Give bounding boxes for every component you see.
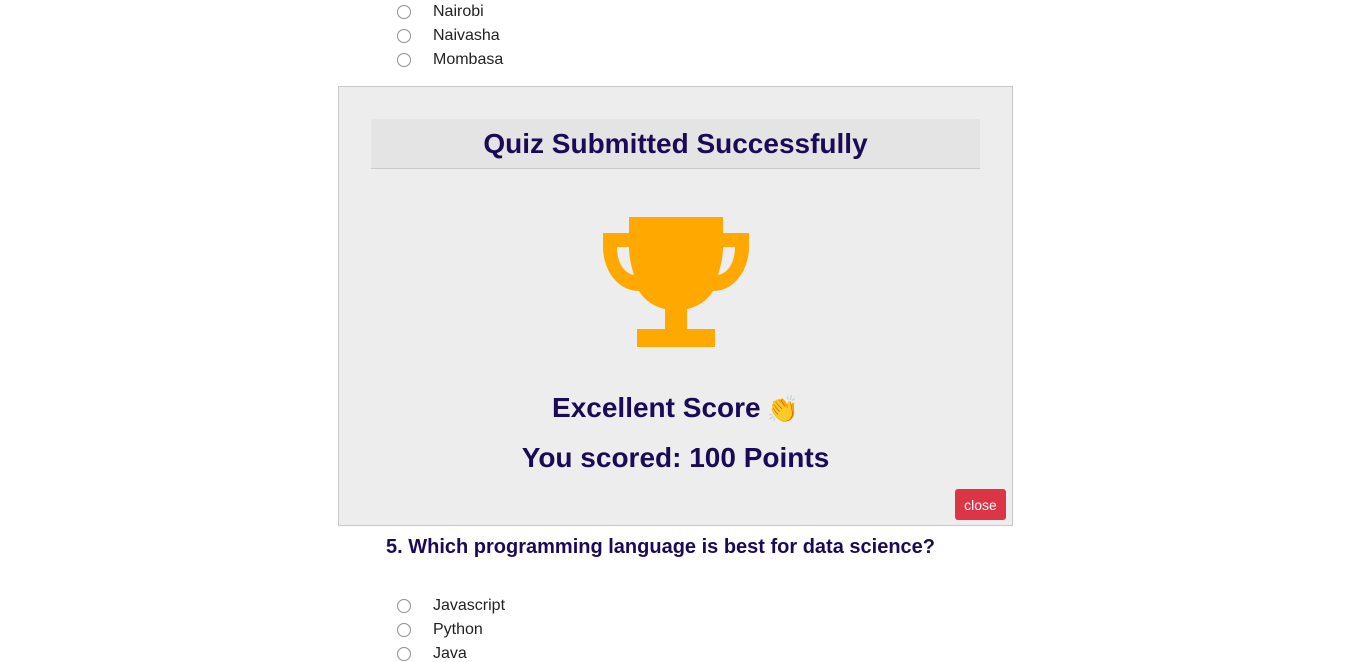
radio-button[interactable] (397, 5, 411, 19)
option-javascript[interactable]: Javascript (397, 596, 505, 616)
score-message: Excellent Score 👏 (339, 392, 1012, 425)
option-python[interactable]: Python (397, 620, 483, 640)
radio-button[interactable] (397, 623, 411, 637)
option-java[interactable]: Java (397, 644, 467, 662)
score-message-text: Excellent Score (552, 392, 761, 423)
radio-button[interactable] (397, 647, 411, 661)
score-points: You scored: 100 Points (521, 442, 830, 473)
trophy-icon (603, 217, 749, 347)
radio-button[interactable] (397, 29, 411, 43)
option-nairobi[interactable]: Nairobi (397, 2, 484, 22)
question-text: 5. Which programming language is best fo… (386, 536, 936, 558)
option-label: Python (433, 621, 483, 638)
clapping-hands-icon: 👏 (766, 395, 799, 425)
radio-button[interactable] (397, 53, 411, 67)
close-button[interactable]: close (955, 489, 1006, 520)
option-label: Java (433, 645, 467, 662)
option-label: Naivasha (433, 27, 500, 44)
radio-button[interactable] (397, 599, 411, 613)
result-modal: Quiz Submitted Successfully Excellent Sc… (338, 86, 1013, 526)
option-label: Javascript (433, 597, 506, 614)
modal-title: Quiz Submitted Successfully (483, 127, 868, 159)
modal-header: Quiz Submitted Successfully (371, 119, 980, 169)
option-label: Mombasa (433, 51, 504, 68)
quiz-page: Nairobi Naivasha Mombasa Quiz Submitted … (0, 0, 1348, 662)
option-naivasha[interactable]: Naivasha (397, 26, 500, 46)
option-label: Nairobi (433, 3, 484, 20)
option-mombasa[interactable]: Mombasa (397, 50, 503, 70)
